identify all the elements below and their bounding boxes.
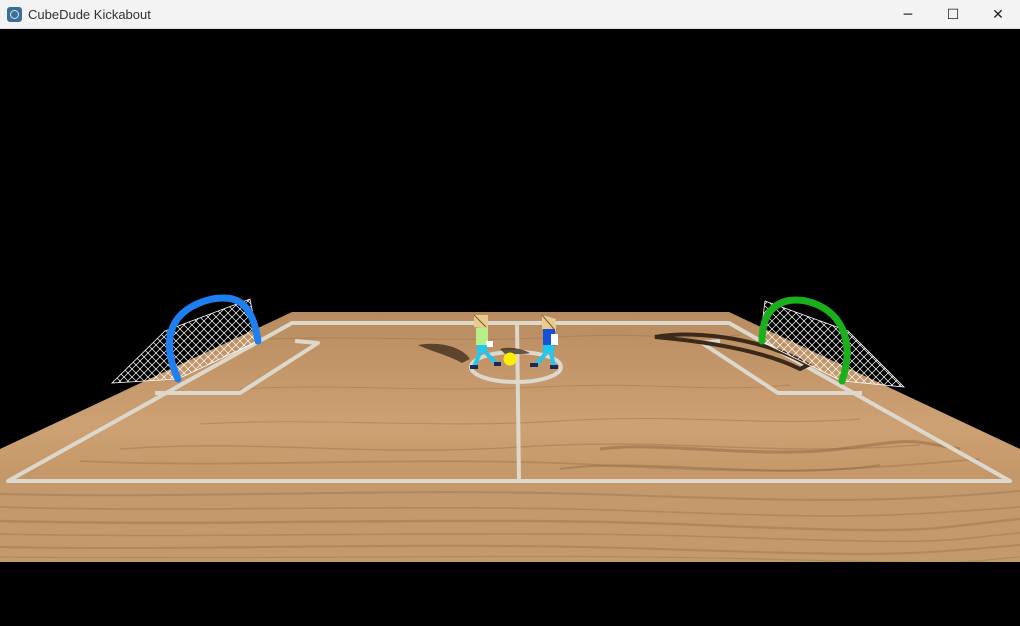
- game-viewport[interactable]: [0, 29, 1020, 626]
- game-engine-icon: [7, 7, 22, 22]
- title-bar[interactable]: CubeDude Kickabout ─ ☐ ✕: [0, 0, 1020, 29]
- player-left-hand: [486, 341, 493, 347]
- maximize-button[interactable]: ☐: [930, 0, 976, 29]
- ball: [503, 352, 517, 366]
- player-left-shorts: [477, 345, 487, 353]
- close-button[interactable]: ✕: [975, 0, 1020, 29]
- game-scene: [0, 29, 1020, 626]
- game-window: CubeDude Kickabout ─ ☐ ✕: [0, 0, 1020, 626]
- player-right-shorts: [543, 345, 554, 353]
- player-right-hand: [551, 334, 558, 345]
- minimize-button[interactable]: ─: [885, 0, 931, 29]
- window-title: CubeDude Kickabout: [28, 7, 151, 22]
